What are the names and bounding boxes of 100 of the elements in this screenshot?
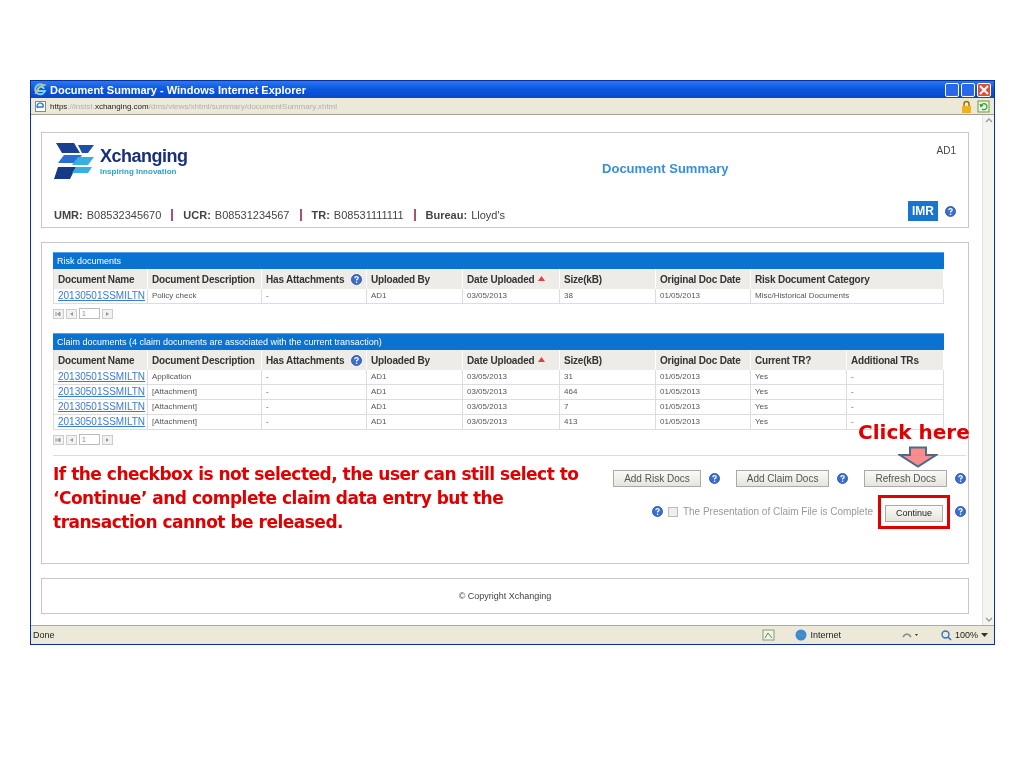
reference-value: B08531234567 bbox=[214, 209, 290, 221]
reference-value: B08531111111 bbox=[333, 209, 404, 221]
table-cell: 01/05/2013 bbox=[656, 385, 751, 400]
column-header[interactable]: Additional TRs bbox=[847, 350, 944, 370]
column-header[interactable]: Original Doc Date bbox=[656, 350, 751, 370]
table-cell: 38 bbox=[560, 289, 656, 304]
checkbox-label: The Presentation of Claim File is Complete bbox=[682, 506, 873, 518]
sort-icon[interactable] bbox=[538, 357, 546, 363]
action-button[interactable]: Add Risk Docs bbox=[613, 470, 701, 487]
column-header[interactable]: Has Attachments bbox=[262, 350, 367, 370]
table-cell: - bbox=[262, 385, 367, 400]
column-header[interactable]: Risk Document Category bbox=[751, 269, 944, 289]
reference-value: B08532345670 bbox=[86, 209, 162, 221]
table-cell: Yes bbox=[751, 415, 847, 430]
reference-label: UCR: bbox=[183, 209, 211, 221]
column-header[interactable]: Date Uploaded bbox=[463, 269, 560, 289]
table-cell: Policy check bbox=[148, 289, 262, 304]
table-cell: AD1 bbox=[367, 289, 463, 304]
user-id: AD1 bbox=[936, 145, 956, 156]
document-link[interactable]: 20130501SSMILTN bbox=[54, 289, 148, 304]
page-status-icon bbox=[762, 629, 776, 641]
table-cell: AD1 bbox=[367, 370, 463, 385]
window-title: Document Summary - Windows Internet Explorer bbox=[50, 83, 307, 96]
document-link[interactable]: 20130501SSMILTN bbox=[54, 400, 148, 415]
table-cell: 31 bbox=[560, 370, 656, 385]
logo-name: Xchanging bbox=[100, 146, 188, 167]
caret-icon bbox=[981, 632, 988, 638]
close-button[interactable] bbox=[977, 82, 991, 97]
column-header[interactable]: Uploaded By bbox=[367, 350, 463, 370]
table-cell: 01/05/2013 bbox=[656, 415, 751, 430]
table-cell: - bbox=[847, 400, 944, 415]
reference-value: Lloyd's bbox=[471, 209, 506, 221]
table-cell: 03/05/2013 bbox=[463, 370, 560, 385]
column-header[interactable]: Document Description bbox=[148, 350, 262, 370]
table-cell: 464 bbox=[560, 385, 656, 400]
security-zone[interactable]: Internet bbox=[795, 629, 841, 641]
document-link[interactable]: 20130501SSMILTN bbox=[54, 370, 148, 385]
column-header[interactable]: Size(kB) bbox=[560, 269, 656, 289]
reference-label: UMR: bbox=[54, 209, 83, 221]
scrollbar[interactable] bbox=[982, 115, 994, 625]
table-cell: - bbox=[262, 400, 367, 415]
column-header[interactable]: Document Name bbox=[54, 269, 148, 289]
page-title: Document Summary bbox=[601, 161, 730, 176]
help-icon[interactable] bbox=[945, 205, 956, 217]
help-icon[interactable] bbox=[351, 354, 362, 366]
first-page-icon[interactable] bbox=[53, 434, 64, 445]
table-cell: 01/05/2013 bbox=[656, 400, 751, 415]
page-icon bbox=[35, 100, 46, 112]
first-page-icon[interactable] bbox=[53, 308, 64, 319]
table-cell: 01/05/2013 bbox=[656, 289, 751, 304]
globe-icon bbox=[795, 629, 808, 641]
table-cell: Misc/Historical Documents bbox=[751, 289, 944, 304]
next-page-icon[interactable] bbox=[102, 434, 113, 445]
reference-label: Bureau: bbox=[425, 209, 468, 221]
document-link[interactable]: 20130501SSMILTN bbox=[54, 415, 148, 430]
table-cell: 03/05/2013 bbox=[463, 289, 560, 304]
column-header[interactable]: Document Description bbox=[148, 269, 262, 289]
help-icon[interactable] bbox=[651, 506, 663, 518]
column-header[interactable]: Original Doc Date bbox=[656, 269, 751, 289]
lock-icon[interactable] bbox=[960, 99, 973, 113]
previous-page-icon[interactable] bbox=[66, 434, 77, 445]
column-header[interactable]: Document Name bbox=[54, 350, 148, 370]
continue-button[interactable]: Continue bbox=[884, 504, 943, 522]
sort-icon[interactable] bbox=[538, 276, 546, 282]
action-button[interactable]: Add Claim Docs bbox=[735, 470, 830, 487]
help-icon[interactable] bbox=[351, 273, 362, 285]
imr-badge[interactable]: IMR bbox=[908, 201, 938, 221]
document-link[interactable]: 20130501SSMILTN bbox=[54, 385, 148, 400]
table-cell: 03/05/2013 bbox=[463, 385, 560, 400]
table-cell: - bbox=[262, 370, 367, 385]
table-cell: - bbox=[262, 415, 367, 430]
table-cell: Yes bbox=[751, 385, 847, 400]
column-header[interactable]: Date Uploaded bbox=[463, 350, 560, 370]
help-icon[interactable] bbox=[708, 473, 720, 484]
column-header[interactable]: Uploaded By bbox=[367, 269, 463, 289]
next-page-icon[interactable] bbox=[102, 308, 113, 319]
down-arrow-icon bbox=[898, 446, 938, 468]
annotation-text: If the checkbox is not selected, the user can still select to ‘Continue’ and complete claim data entry but the transaction cannot be released. bbox=[53, 463, 580, 534]
minimize-button[interactable] bbox=[945, 82, 959, 97]
column-header[interactable]: Size(kB) bbox=[560, 350, 656, 370]
previous-page-icon[interactable] bbox=[66, 308, 77, 319]
table-cell: - bbox=[262, 289, 367, 304]
help-icon[interactable] bbox=[837, 473, 849, 484]
action-button[interactable]: Refresh Docs bbox=[864, 470, 947, 487]
logo-icon bbox=[54, 141, 96, 181]
table-cell: 03/05/2013 bbox=[463, 415, 560, 430]
table-cell: AD1 bbox=[367, 400, 463, 415]
status-text: Done bbox=[33, 630, 55, 640]
table-cell: Yes bbox=[751, 370, 847, 385]
column-header[interactable]: Has Attachments bbox=[262, 269, 367, 289]
help-icon[interactable] bbox=[955, 506, 966, 518]
table-cell: - bbox=[847, 385, 944, 400]
table-cell: Yes bbox=[751, 400, 847, 415]
copyright-text: © Copyright Xchanging bbox=[458, 591, 552, 601]
table-cell: [Attachment] bbox=[148, 415, 262, 430]
column-header[interactable]: Current TR? bbox=[751, 350, 847, 370]
section-header: Risk documents bbox=[53, 252, 944, 269]
maximize-button[interactable] bbox=[961, 82, 975, 97]
help-icon[interactable] bbox=[955, 473, 966, 484]
zoom-control[interactable]: 100% bbox=[940, 629, 988, 641]
